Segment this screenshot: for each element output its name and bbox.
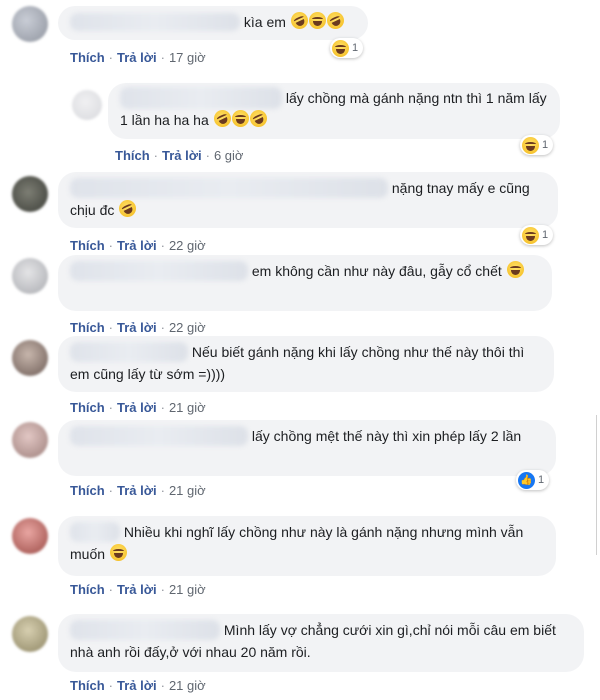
reaction-badge[interactable]: 👍 1 bbox=[516, 470, 550, 490]
like-button[interactable]: Thích bbox=[70, 582, 105, 597]
comment-actions: Thích · Trả lời · 21 giờ bbox=[70, 582, 206, 597]
like-button[interactable]: Thích bbox=[70, 483, 105, 498]
comment-bubble: lấy chồng mệt thế này thì xin phép lấy 2… bbox=[58, 420, 556, 476]
comment-bubble: em không cần như này đâu, gẫy cổ chết bbox=[58, 255, 552, 311]
reaction-badge[interactable]: 1 bbox=[330, 38, 364, 58]
laughing-emoji-icon bbox=[522, 136, 539, 154]
like-button[interactable]: Thích bbox=[70, 678, 105, 693]
timestamp[interactable]: 22 giờ bbox=[169, 320, 206, 335]
comment-bubble: Mình lấy vợ chẳng cưới xin gì,chỉ nói mỗ… bbox=[58, 614, 584, 672]
laughing-emoji-icon bbox=[522, 226, 539, 244]
comment-text: Nhiều khi nghĩ lấy chồng như này là gánh… bbox=[70, 523, 524, 562]
comment-bubble: lấy chồng mà gánh nặng ntn thì 1 năm lấy… bbox=[108, 83, 560, 139]
reply-button[interactable]: Trả lời bbox=[117, 50, 157, 65]
like-button[interactable]: Thích bbox=[70, 320, 105, 335]
laughing-emoji-icon bbox=[231, 110, 249, 128]
thumbs-up-icon: 👍 bbox=[518, 471, 535, 489]
comment-actions: Thích · Trả lời · 22 giờ bbox=[70, 238, 206, 253]
comment-actions: Thích · Trả lời · 21 giờ bbox=[70, 678, 206, 693]
reaction-count: 1 bbox=[542, 229, 549, 241]
commenter-name[interactable] bbox=[70, 342, 188, 363]
like-button[interactable]: Thích bbox=[70, 50, 105, 65]
reply-button[interactable]: Trả lời bbox=[117, 483, 157, 498]
avatar[interactable] bbox=[12, 176, 48, 212]
comment-actions: Thích · Trả lời · 6 giờ bbox=[115, 148, 244, 163]
timestamp[interactable]: 21 giờ bbox=[169, 400, 206, 415]
commenter-name[interactable] bbox=[70, 261, 248, 282]
reaction-badge[interactable]: 1 bbox=[520, 135, 554, 155]
comment-bubble: Nhiều khi nghĩ lấy chồng như này là gánh… bbox=[58, 516, 556, 576]
comment-actions: Thích · Trả lời · 21 giờ bbox=[70, 400, 206, 415]
laughing-emoji-icon bbox=[506, 261, 524, 278]
like-button[interactable]: Thích bbox=[70, 400, 105, 415]
avatar[interactable] bbox=[12, 422, 48, 458]
like-button[interactable]: Thích bbox=[115, 148, 150, 163]
avatar[interactable] bbox=[12, 518, 48, 554]
avatar[interactable] bbox=[12, 6, 48, 42]
laughing-emoji-icon bbox=[324, 9, 347, 32]
reply-button[interactable]: Trả lời bbox=[162, 148, 202, 163]
laughing-emoji-icon bbox=[332, 39, 349, 57]
reply-button[interactable]: Trả lời bbox=[117, 582, 157, 597]
comment-text: em không cần như này đâu, gẫy cổ chết bbox=[251, 262, 502, 279]
laughing-emoji-icon bbox=[308, 12, 326, 29]
timestamp[interactable]: 17 giờ bbox=[169, 50, 206, 65]
comment-text: kìa em bbox=[243, 13, 286, 30]
commenter-name[interactable] bbox=[70, 522, 120, 543]
reaction-count: 1 bbox=[352, 42, 359, 54]
reaction-count: 1 bbox=[538, 474, 545, 486]
reply-button[interactable]: Trả lời bbox=[117, 238, 157, 253]
commenter-name[interactable] bbox=[70, 620, 220, 641]
comment-text: lấy chồng mệt thế này thì xin phép lấy 2… bbox=[251, 427, 522, 444]
comment-bubble: kìa em bbox=[58, 6, 368, 40]
timestamp[interactable]: 21 giờ bbox=[169, 582, 206, 597]
laughing-emoji-icon bbox=[210, 107, 234, 131]
avatar[interactable] bbox=[12, 258, 48, 294]
timestamp[interactable]: 21 giờ bbox=[169, 483, 206, 498]
laughing-emoji-icon bbox=[109, 543, 127, 561]
avatar[interactable] bbox=[12, 340, 48, 376]
comment-actions: Thích · Trả lời · 17 giờ bbox=[70, 50, 206, 65]
timestamp[interactable]: 21 giờ bbox=[169, 678, 206, 693]
comment-bubble: nặng tnay mấy e cũng chịu đc bbox=[58, 172, 558, 228]
comment-actions: Thích · Trả lời · 21 giờ bbox=[70, 483, 206, 498]
commenter-name[interactable] bbox=[70, 13, 240, 32]
reply-button[interactable]: Trả lời bbox=[117, 320, 157, 335]
timestamp[interactable]: 22 giờ bbox=[169, 238, 206, 253]
reaction-count: 1 bbox=[542, 139, 549, 151]
comment-bubble: Nếu biết gánh nặng khi lấy chồng như thế… bbox=[58, 336, 554, 392]
reply-button[interactable]: Trả lời bbox=[117, 678, 157, 693]
avatar[interactable] bbox=[72, 90, 102, 120]
laughing-emoji-icon bbox=[116, 197, 140, 220]
reaction-badge[interactable]: 1 bbox=[520, 225, 554, 245]
avatar[interactable] bbox=[12, 616, 48, 652]
commenter-name[interactable] bbox=[70, 178, 388, 199]
reply-button[interactable]: Trả lời bbox=[117, 400, 157, 415]
scroll-divider bbox=[596, 415, 597, 555]
laughing-emoji-icon bbox=[246, 107, 270, 131]
commenter-name[interactable] bbox=[70, 426, 248, 447]
commenter-name[interactable] bbox=[120, 87, 282, 110]
like-button[interactable]: Thích bbox=[70, 238, 105, 253]
timestamp[interactable]: 6 giờ bbox=[214, 148, 244, 163]
laughing-emoji-icon bbox=[288, 9, 311, 32]
comment-actions: Thích · Trả lời · 22 giờ bbox=[70, 320, 206, 335]
